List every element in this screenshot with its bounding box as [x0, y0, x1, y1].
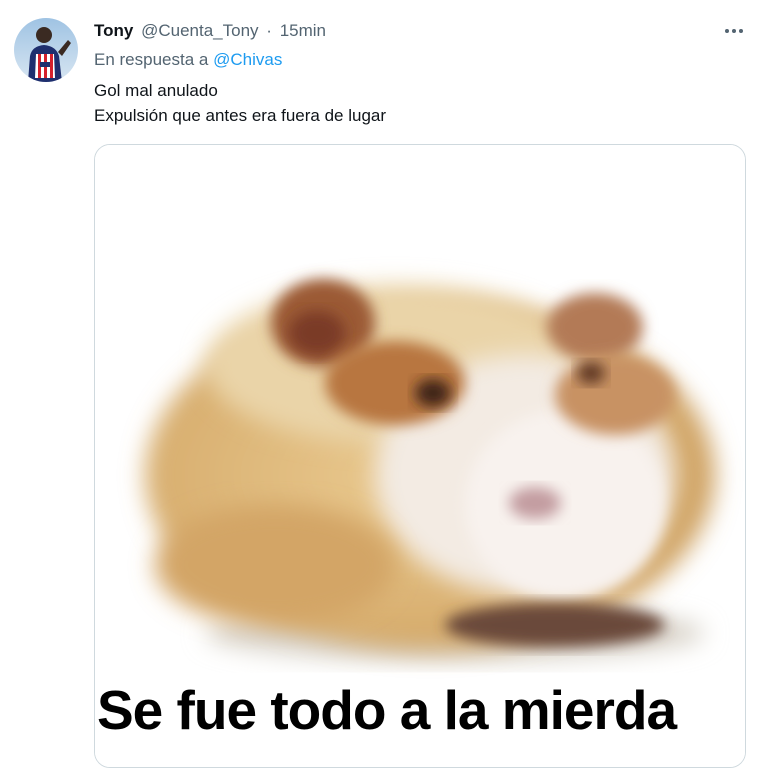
- reply-mention-link[interactable]: @Chivas: [213, 50, 282, 69]
- tweet-text-line: Gol mal anulado: [94, 81, 218, 100]
- tweet-text-line: Expulsión que antes era fuera de lugar: [94, 106, 387, 125]
- tweet-header: Tony @Cuenta_Tony · 15min: [94, 20, 326, 42]
- tweet-media[interactable]: Se fue todo a la mierda: [94, 144, 746, 768]
- user-avatar-icon: [14, 18, 78, 82]
- reply-context: En respuesta a @Chivas: [94, 49, 282, 71]
- separator-dot: ·: [266, 21, 272, 40]
- tweet-text: Gol mal anulado Expulsión que antes era …: [94, 78, 386, 128]
- more-options-button[interactable]: [718, 18, 750, 44]
- more-dots-icon: [725, 29, 743, 33]
- avatar[interactable]: [14, 18, 78, 82]
- reply-prefix: En respuesta a: [94, 50, 209, 69]
- timestamp[interactable]: 15min: [280, 21, 326, 40]
- meme-caption: Se fue todo a la mierda: [97, 679, 677, 741]
- display-name[interactable]: Tony: [94, 21, 133, 40]
- user-handle[interactable]: @Cuenta_Tony: [141, 21, 258, 40]
- tweet[interactable]: Tony @Cuenta_Tony · 15min En respuesta a…: [0, 0, 768, 778]
